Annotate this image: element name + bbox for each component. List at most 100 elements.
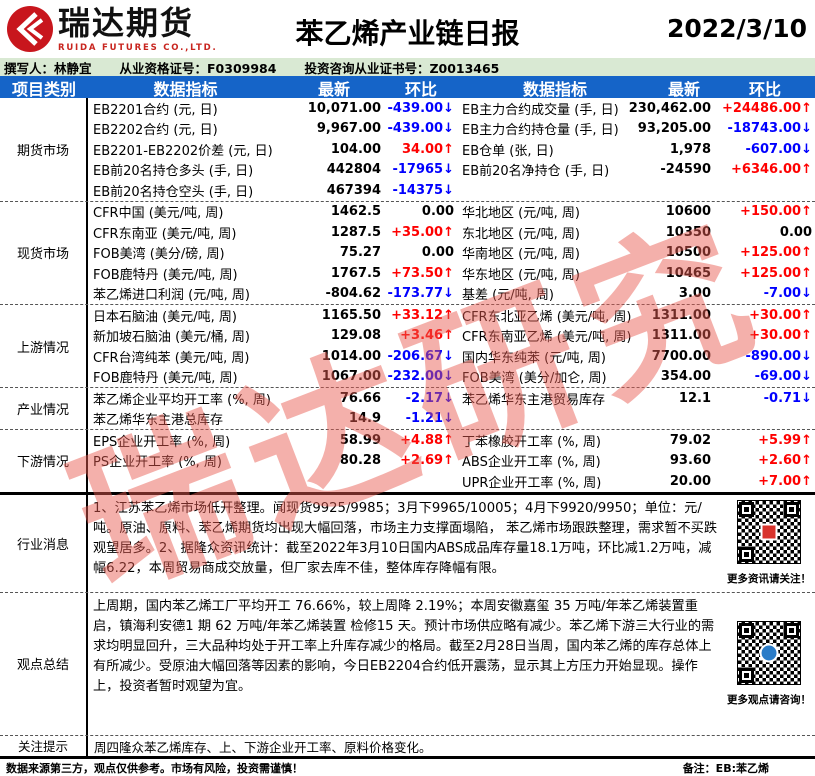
indicator-value: 1067.00 — [321, 369, 381, 385]
indicator-change: +30.00↑ — [749, 328, 812, 344]
indicator-value: 129.08 — [330, 328, 381, 344]
indicator-value — [283, 471, 385, 492]
indicator-name: EB2202合约 (元, 日) — [93, 123, 218, 139]
report-header: 瑞达期货 RUIDA FUTURES CO.,LTD. 苯乙烯产业链日报 202… — [0, 0, 815, 58]
indicator-change: +24486.00↑ — [721, 100, 812, 116]
table-section-1: 期货市场 EB2201合约 (元, 日) 10,071.00 -439.00↓ EB主力… — [0, 98, 815, 201]
indicator-value: 1014.00 — [321, 348, 381, 364]
indicator-name: 新加坡石脑油 (美元/桶, 周) — [93, 330, 250, 346]
indicator-change: +6346.00↑ — [731, 162, 812, 178]
indicator-value: 7700.00 — [651, 348, 711, 364]
indicator-change: -1.21↓ — [405, 411, 454, 427]
indicator-change: +5.99↑ — [758, 432, 812, 448]
indicator-change — [385, 471, 457, 492]
category-label: 产业情况 — [0, 388, 88, 429]
indicator-name: 华东地区 (元/吨, 周) — [462, 267, 580, 283]
indicator-name: 东北地区 (元/吨, 周) — [462, 226, 580, 242]
indicator-change: +30.00↑ — [749, 307, 812, 323]
disclaimer-text: 数据来源第三方，观点仅供参考。市场有风险，投资需谨慎！ — [6, 761, 303, 775]
indicator-value: 230,462.00 — [628, 100, 711, 116]
industry-news-section: 行业消息 1、江苏苯乙烯市场低开整理。闻现货9925/9985；3月下9965/… — [0, 491, 815, 592]
indicator-change: -439.00↓ — [387, 121, 454, 137]
indicator-change: +2.60↑ — [758, 453, 812, 469]
indicator-change: -14375↓ — [392, 182, 454, 198]
indicator-name: FOB美湾 (美分/加仑, 周) — [462, 371, 607, 387]
indicator-change: 0.00 — [421, 245, 454, 261]
category-label: 下游情况 — [0, 430, 88, 492]
category-label: 现货市场 — [0, 201, 88, 304]
indicator-change: +125.00↑ — [740, 265, 812, 281]
qr-finder-icon — [739, 622, 754, 638]
indicator-value — [653, 409, 715, 430]
report-footer: 数据来源第三方，观点仅供参考。市场有风险，投资需谨慎！ 备注：EB:苯乙烯 — [0, 755, 815, 776]
column-header-latest-1: 最新 — [317, 80, 350, 99]
indicator-name: 基差 (元/吨, 周) — [462, 288, 554, 304]
indicator-change: 34.00↑ — [401, 141, 454, 157]
viewpoint-summary-text: 上周期，国内苯乙烯工厂平均开工 76.66%，较上周降 2.19%；本周安徽嘉玺… — [93, 598, 715, 694]
indicator-value: 10465 — [665, 265, 711, 281]
indicator-value: 75.27 — [339, 245, 381, 261]
qualification-number: 从业资格证号：F0309984 — [119, 60, 277, 76]
table-section-2: 现货市场 CFR中国 (美元/吨, 周) 1462.5 0.00 华北地区 (元/吨, … — [0, 200, 815, 304]
indicator-name: CFR东北亚乙烯 (美元/吨, 周) — [462, 309, 632, 325]
indicator-value: 104.00 — [330, 141, 381, 157]
attention-tips-text: 周四隆众苯乙烯库存、上、下游企业开工率、原料价格变化。 — [94, 739, 432, 755]
indicator-value: -804.62 — [325, 286, 381, 302]
indicator-value: 14.9 — [348, 411, 381, 427]
qr-finder-icon — [739, 667, 754, 683]
indicator-change: -439.00↓ — [387, 100, 454, 116]
indicator-change: +150.00↑ — [740, 204, 812, 220]
indicator-change: -0.71↓ — [763, 390, 812, 406]
indicator-value: 442804 — [326, 162, 381, 178]
indicator-change: +35.00↑ — [391, 224, 454, 240]
summary-qr-code — [737, 620, 801, 685]
indicator-name: FOB鹿特丹 (美元/吨, 周) — [93, 267, 238, 283]
indicator-change — [715, 409, 815, 430]
writer-name: 撰写人：林静宜 — [4, 60, 92, 76]
indicator-name: 苯乙烯华东主港总库存 — [93, 413, 224, 429]
indicator-change: +2.69↑ — [400, 453, 454, 469]
category-label: 期货市场 — [0, 98, 88, 201]
indicator-name: 苯乙烯企业平均开工率 (%, 周) — [93, 392, 271, 408]
indicator-change: -890.00↓ — [745, 348, 812, 364]
indicator-name: ABS企业开工率 (%, 周) — [462, 455, 601, 471]
indicator-name: EB主力合约持仓量 (手, 日) — [462, 123, 619, 139]
indicator-name: EB仓单 (张, 日) — [462, 143, 554, 159]
indicator-change: -69.00↓ — [754, 369, 812, 385]
indicator-value: -24590 — [660, 162, 711, 178]
indicator-name: 华南地区 (元/吨, 周) — [462, 247, 580, 263]
indicator-value: 1311.00 — [651, 307, 711, 323]
indicator-value: 93,205.00 — [637, 121, 711, 137]
indicator-change: -2.17↓ — [405, 390, 454, 406]
column-header-indicator-1: 数据指标 — [153, 80, 218, 99]
indicator-name — [88, 471, 283, 492]
indicator-value: 3.00 — [678, 286, 711, 302]
qr-finder-icon — [739, 547, 754, 562]
indicator-name: EB前20名持仓空头 (手, 日) — [93, 184, 254, 200]
indicator-name: EB主力合约成交量 (手, 日) — [462, 102, 619, 118]
indicator-change: +125.00↑ — [740, 245, 812, 261]
indicator-change: -18743.00↓ — [727, 121, 812, 137]
qr-finder-icon — [784, 622, 799, 638]
news-qr-caption: 更多资讯请关注！ — [727, 573, 811, 585]
indicator-name: EB2201-EB2202价差 (元, 日) — [93, 143, 273, 159]
indicator-value: 1,978 — [669, 141, 711, 157]
indicator-change: -232.00↓ — [387, 369, 454, 385]
news-qr-code — [737, 500, 801, 564]
table-header-row: 项目类别 数据指标 最新 环比 数据指标 最新 环比 — [0, 76, 815, 99]
table-section-3: 上游情况 日本石脑油 (美元/吨, 周) 1165.50 +33.12↑ CFR东北亚乙… — [0, 304, 815, 387]
column-header-category: 项目类别 — [11, 80, 76, 99]
indicator-name: 苯乙烯华东主港贸易库存 — [462, 392, 606, 408]
indicator-change: -173.77↓ — [387, 286, 454, 302]
indicator-value: 20.00 — [669, 473, 711, 489]
indicator-name: EPS企业开工率 (%, 周) — [93, 434, 231, 450]
report-date: 2022/3/10 — [666, 14, 807, 43]
indicator-value: 93.60 — [669, 453, 711, 469]
qr-finder-icon — [784, 502, 799, 517]
indicator-value: 12.1 — [678, 390, 711, 406]
indicator-name: FOB鹿特丹 (美元/吨, 周) — [93, 371, 238, 387]
indicator-name: 华北地区 (元/吨, 周) — [462, 206, 580, 222]
indicator-name: EB2201合约 (元, 日) — [93, 102, 218, 118]
indicator-change: -7.00↓ — [763, 286, 812, 302]
indicator-change: -607.00↓ — [745, 141, 812, 157]
